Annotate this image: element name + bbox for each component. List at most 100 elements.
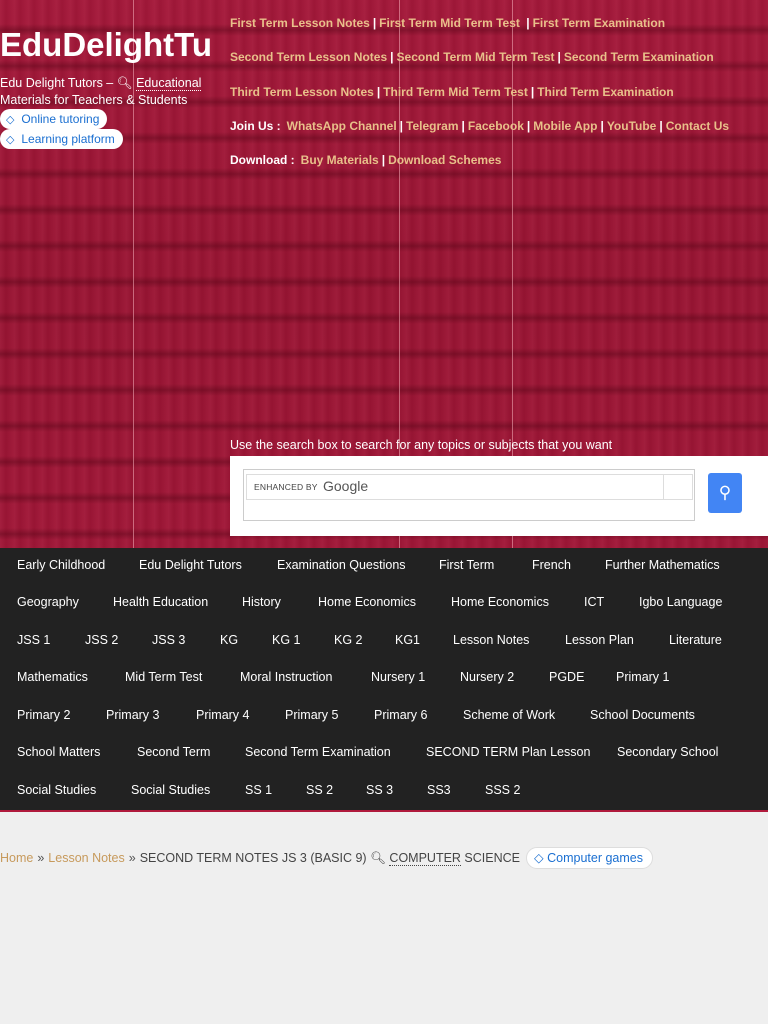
category-row: Social Studies Social Studies SS 1 SS 2 SS 3…: [0, 783, 768, 803]
computer-games-pill[interactable]: ◇ Computer games: [526, 847, 653, 869]
category-link[interactable]: Early Childhood: [17, 558, 105, 572]
top-nav-links: First Term Lesson Notes | First Term Mid T…: [230, 16, 768, 187]
category-link[interactable]: Second Term: [137, 745, 210, 759]
category-link[interactable]: Primary 3: [106, 708, 159, 722]
nav-link[interactable]: Third Term Mid Term Test: [383, 85, 528, 99]
breadcrumb-current-link[interactable]: COMPUTER: [389, 851, 461, 866]
category-link[interactable]: Mathematics: [17, 670, 88, 684]
category-link[interactable]: JSS 3: [152, 633, 185, 647]
category-link[interactable]: Scheme of Work: [463, 708, 555, 722]
nav-row-download: Download : Buy Materials | Download Schemes: [230, 153, 502, 168]
nav-link[interactable]: First Term Mid Term Test: [379, 16, 523, 30]
nav-link[interactable]: First Term Lesson Notes: [230, 16, 370, 30]
category-link[interactable]: Health Education: [113, 595, 208, 609]
category-link[interactable]: Geography: [17, 595, 79, 609]
nav-link[interactable]: First Term Examination: [533, 16, 665, 30]
category-link[interactable]: Home Economics: [318, 595, 416, 609]
nav-link-whatsapp[interactable]: WhatsApp Channel: [287, 119, 397, 133]
online-tutoring-pill[interactable]: ◇ Online tutoring: [0, 109, 108, 129]
chevrons-right-icon: »: [128, 851, 136, 865]
category-link[interactable]: Igbo Language: [639, 595, 722, 609]
search-widget: ENHANCED BY Google ⚲: [230, 456, 768, 536]
site-title[interactable]: EduDelightTu: [0, 26, 212, 64]
breadcrumb-home[interactable]: Home: [0, 851, 33, 865]
tagline-link[interactable]: Educational: [136, 76, 202, 91]
tag-icon: ◇: [534, 851, 544, 865]
search-clear-area[interactable]: [662, 474, 693, 500]
category-link[interactable]: Mid Term Test: [125, 670, 202, 684]
nav-link-buy-materials[interactable]: Buy Materials: [301, 153, 379, 167]
category-link[interactable]: Nursery 2: [460, 670, 514, 684]
category-link[interactable]: Social Studies: [17, 783, 96, 797]
nav-row-third-term: Third Term Lesson Notes | Third Term Mid T…: [230, 84, 674, 99]
search-button[interactable]: ⚲: [708, 473, 742, 513]
category-link[interactable]: Second Term Examination: [245, 745, 391, 759]
category-link[interactable]: French: [532, 558, 571, 572]
category-link[interactable]: Moral Instruction: [240, 670, 332, 684]
category-link[interactable]: SECOND TERM Plan Lesson: [426, 745, 590, 759]
category-link[interactable]: Nursery 1: [371, 670, 425, 684]
category-nav: Early Childhood Edu Delight Tutors Examina…: [0, 548, 768, 812]
pill-label: Learning platform: [21, 132, 115, 146]
category-link[interactable]: ICT: [584, 595, 604, 609]
pill-label: Computer games: [547, 851, 643, 865]
category-link[interactable]: KG: [220, 633, 238, 647]
breadcrumb-current: SECOND TERM NOTES JS 3 (BASIC 9) 🔍︎ COMP…: [140, 851, 520, 866]
breadcrumb-lesson-notes[interactable]: Lesson Notes: [48, 851, 124, 865]
search-input[interactable]: ENHANCED BY Google: [246, 474, 664, 500]
category-link[interactable]: SS 1: [245, 783, 272, 797]
category-link[interactable]: JSS 2: [85, 633, 118, 647]
nav-link[interactable]: Second Term Examination: [564, 50, 714, 64]
nav-link[interactable]: Second Term Lesson Notes: [230, 50, 387, 64]
nav-link-facebook[interactable]: Facebook: [468, 119, 524, 133]
site-tagline: Edu Delight Tutors – 🔍︎ Educational Mate…: [0, 75, 215, 109]
nav-link-download-schemes[interactable]: Download Schemes: [388, 153, 501, 167]
nav-link-youtube[interactable]: YouTube: [607, 119, 657, 133]
category-link[interactable]: PGDE: [549, 670, 584, 684]
nav-link-mobile-app[interactable]: Mobile App: [533, 119, 597, 133]
learning-platform-pill[interactable]: ◇ Learning platform: [0, 129, 123, 149]
category-link[interactable]: First Term: [439, 558, 494, 572]
category-link[interactable]: Primary 2: [17, 708, 70, 722]
nav-link-contact[interactable]: Contact Us: [666, 119, 729, 133]
category-link[interactable]: Secondary School: [617, 745, 718, 759]
category-link[interactable]: KG1: [395, 633, 420, 647]
category-row: Early Childhood Edu Delight Tutors Examina…: [0, 558, 768, 578]
category-link[interactable]: Social Studies: [131, 783, 210, 797]
category-link[interactable]: Literature: [669, 633, 722, 647]
category-link[interactable]: History: [242, 595, 281, 609]
category-link[interactable]: Lesson Notes: [453, 633, 529, 647]
breadcrumb-current-text: SECOND TERM NOTES JS 3 (BASIC 9): [139, 851, 371, 865]
nav-link-telegram[interactable]: Telegram: [406, 119, 458, 133]
category-link[interactable]: JSS 1: [17, 633, 50, 647]
category-row: School Matters Second Term Second Term Exa…: [0, 745, 768, 765]
category-link[interactable]: School Documents: [590, 708, 695, 722]
category-link[interactable]: Lesson Plan: [565, 633, 634, 647]
nav-link[interactable]: Third Term Lesson Notes: [230, 85, 374, 99]
category-link[interactable]: KG 1: [272, 633, 301, 647]
category-link[interactable]: Edu Delight Tutors: [139, 558, 242, 572]
tag-icon: ◇: [6, 134, 15, 146]
join-us-label: Join Us :: [230, 118, 281, 133]
category-link[interactable]: Primary 5: [285, 708, 338, 722]
download-label: Download :: [230, 153, 295, 168]
breadcrumb-current-text: SCIENCE: [460, 851, 520, 865]
search-icon: 🔍︎: [116, 76, 133, 90]
chevrons-right-icon: »: [37, 851, 45, 865]
category-link[interactable]: Primary 1: [616, 670, 669, 684]
category-link[interactable]: Home Economics: [451, 595, 549, 609]
category-link[interactable]: Primary 6: [374, 708, 427, 722]
nav-link[interactable]: Third Term Examination: [537, 85, 673, 99]
category-link[interactable]: School Matters: [17, 745, 100, 759]
category-link[interactable]: SSS 2: [485, 783, 520, 797]
category-link[interactable]: SS 3: [366, 783, 393, 797]
search-hint: Use the search box to search for any top…: [230, 438, 613, 452]
category-link[interactable]: KG 2: [334, 633, 363, 647]
category-link[interactable]: Examination Questions: [277, 558, 406, 572]
enhanced-by-label: ENHANCED BY: [254, 482, 318, 492]
category-link[interactable]: SS3: [427, 783, 451, 797]
category-link[interactable]: Primary 4: [196, 708, 249, 722]
category-link[interactable]: Further Mathematics: [605, 558, 720, 572]
nav-link[interactable]: Second Term Mid Term Test: [397, 50, 555, 64]
category-link[interactable]: SS 2: [306, 783, 333, 797]
